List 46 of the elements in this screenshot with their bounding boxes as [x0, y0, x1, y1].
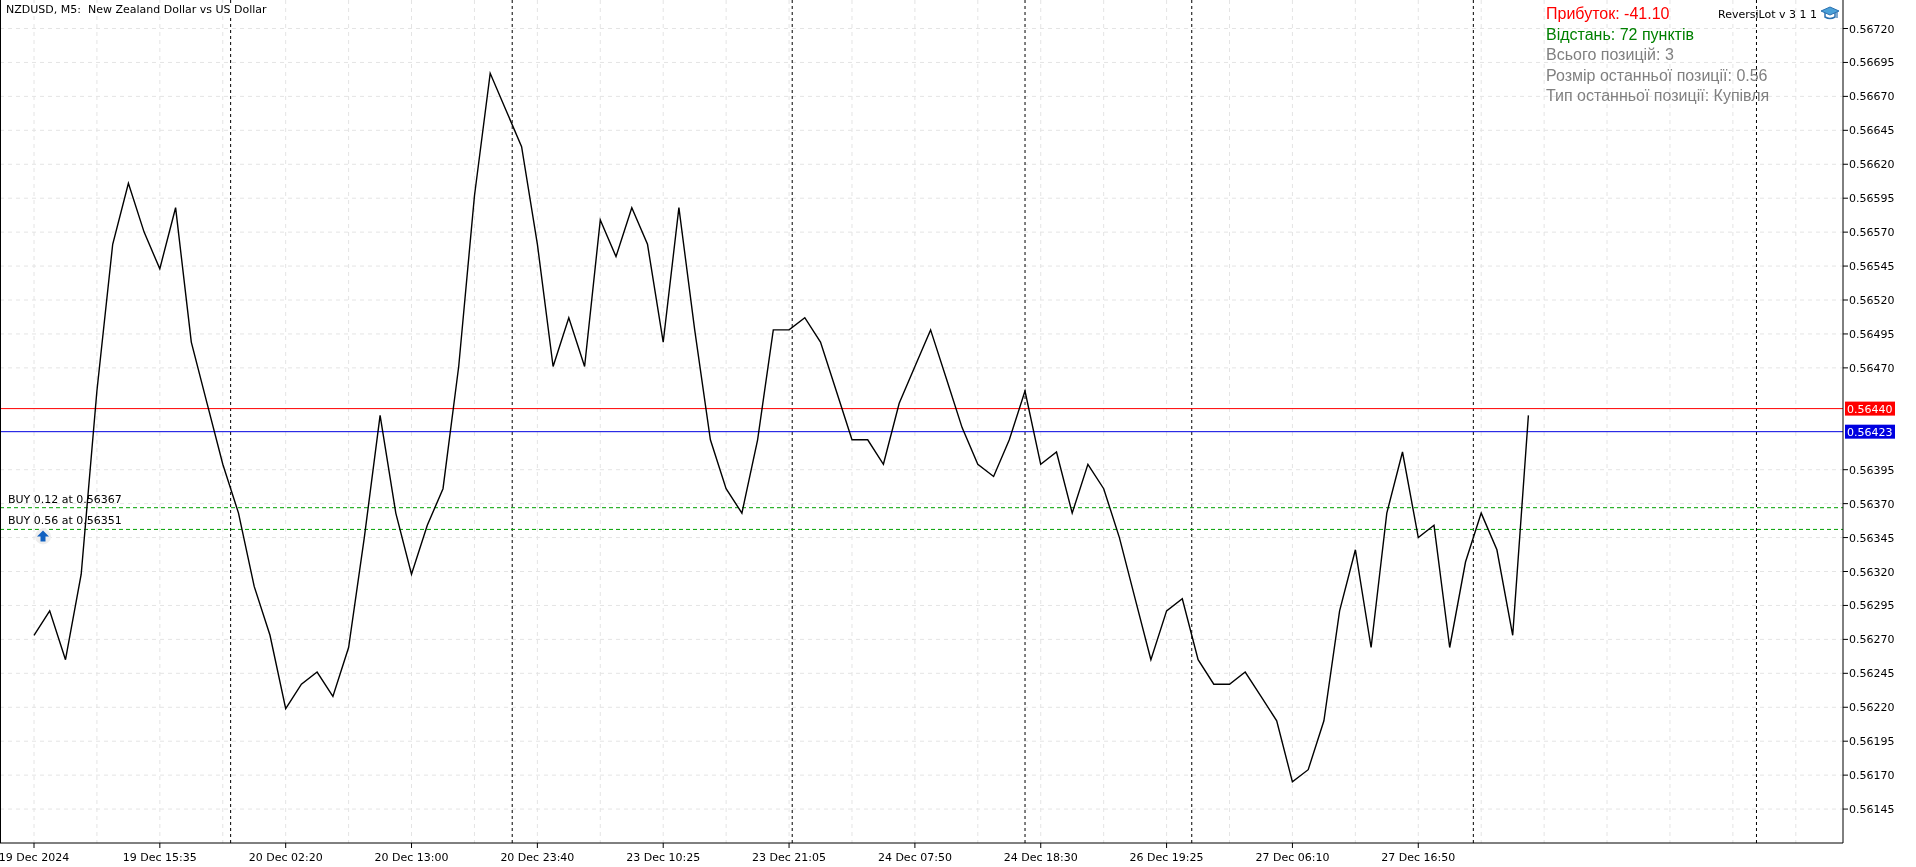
info-line: Відстань: 72 пунктів — [1546, 24, 1694, 45]
price-axis-label: 0.56520 — [1849, 294, 1895, 307]
expert-name: ReversiLot v 3 1 1 — [1718, 7, 1817, 21]
time-axis-label: 24 Dec 18:30 — [1003, 851, 1078, 864]
price-axis-label: 0.56220 — [1849, 701, 1895, 715]
price-axis-label: 0.56195 — [1849, 735, 1895, 749]
price-axis-label: 0.56345 — [1849, 531, 1895, 545]
time-axis-label: 23 Dec 10:25 — [626, 851, 701, 864]
price-line[interactable] — [0, 431, 1844, 433]
time-axis-label: 24 Dec 07:50 — [877, 851, 952, 864]
price-axis-label: 0.56245 — [1849, 667, 1895, 681]
time-axis-label: 20 Dec 02:20 — [248, 851, 323, 864]
price-axis-label: 0.56270 — [1849, 633, 1895, 647]
info-line: Прибуток: -41.10 — [1546, 4, 1670, 24]
price-axis-label: 0.56320 — [1849, 565, 1895, 579]
price-axis-label: 0.56145 — [1849, 803, 1895, 817]
time-axis-label: 19 Dec 2024 — [0, 851, 70, 864]
time-axis-label: 27 Dec 16:50 — [1381, 851, 1456, 864]
order-line[interactable] — [0, 528, 1844, 530]
info-line: Всього позицій: 3 — [1546, 45, 1674, 65]
price-axis-label: 0.56720 — [1849, 22, 1895, 36]
price-axis-label: 0.56395 — [1849, 463, 1895, 477]
time-axis-label: 19 Dec 15:35 — [122, 851, 197, 864]
info-line: Тип останньої позиції: Купівля — [1546, 86, 1770, 106]
price-axis-label: 0.56620 — [1849, 158, 1895, 172]
price-axis-label: 0.56370 — [1849, 497, 1895, 511]
price-axis-label: 0.56645 — [1849, 124, 1895, 138]
order-line[interactable] — [0, 507, 1844, 509]
price-axis-label: 0.56470 — [1849, 361, 1895, 375]
graduation-cap-icon — [1820, 6, 1840, 22]
price-axis-label: 0.56570 — [1849, 226, 1895, 240]
time-axis-label: 27 Dec 06:10 — [1255, 851, 1330, 864]
price-line[interactable] — [0, 408, 1844, 410]
price-axis-label: 0.56595 — [1849, 192, 1895, 206]
price-axis-label: 0.56170 — [1849, 769, 1895, 783]
info-line: Розмір останньої позиції: 0.56 — [1546, 65, 1768, 86]
price-axis-label: 0.56295 — [1849, 599, 1895, 613]
chart-title: NZDUSD, M5: New Zealand Dollar vs US Dollar — [6, 3, 267, 16]
time-axis-label: 20 Dec 23:40 — [500, 851, 575, 864]
time-axis-label: 20 Dec 13:00 — [374, 851, 449, 864]
price-axis-label: 0.56545 — [1849, 260, 1895, 274]
price-axis-label: 0.56695 — [1849, 56, 1895, 70]
price-axis-label: 0.56670 — [1849, 90, 1895, 104]
time-axis-label: 23 Dec 21:05 — [752, 851, 827, 864]
price-axis-label: 0.56495 — [1849, 327, 1895, 341]
time-axis-label: 26 Dec 19:25 — [1129, 851, 1204, 864]
